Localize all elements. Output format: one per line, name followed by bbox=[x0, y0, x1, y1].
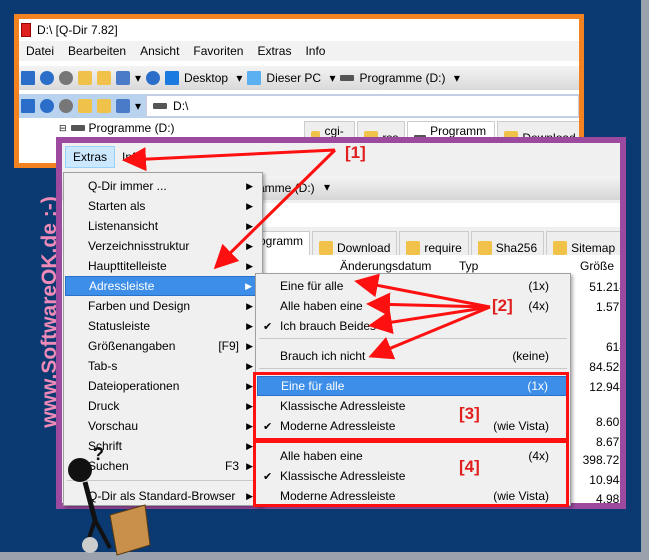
arrow bbox=[368, 305, 491, 360]
annotation-label-1: [1] bbox=[345, 143, 366, 162]
annotation-label-4: [4] bbox=[459, 457, 480, 476]
annotation-label-3: [3] bbox=[459, 404, 480, 423]
annotation-label-2: [2] bbox=[492, 296, 513, 315]
arrow bbox=[213, 148, 337, 270]
svg-text:?: ? bbox=[93, 444, 104, 464]
arrow bbox=[122, 147, 336, 172]
arrow bbox=[368, 305, 491, 335]
cartoon-figure: ? bbox=[68, 444, 151, 556]
